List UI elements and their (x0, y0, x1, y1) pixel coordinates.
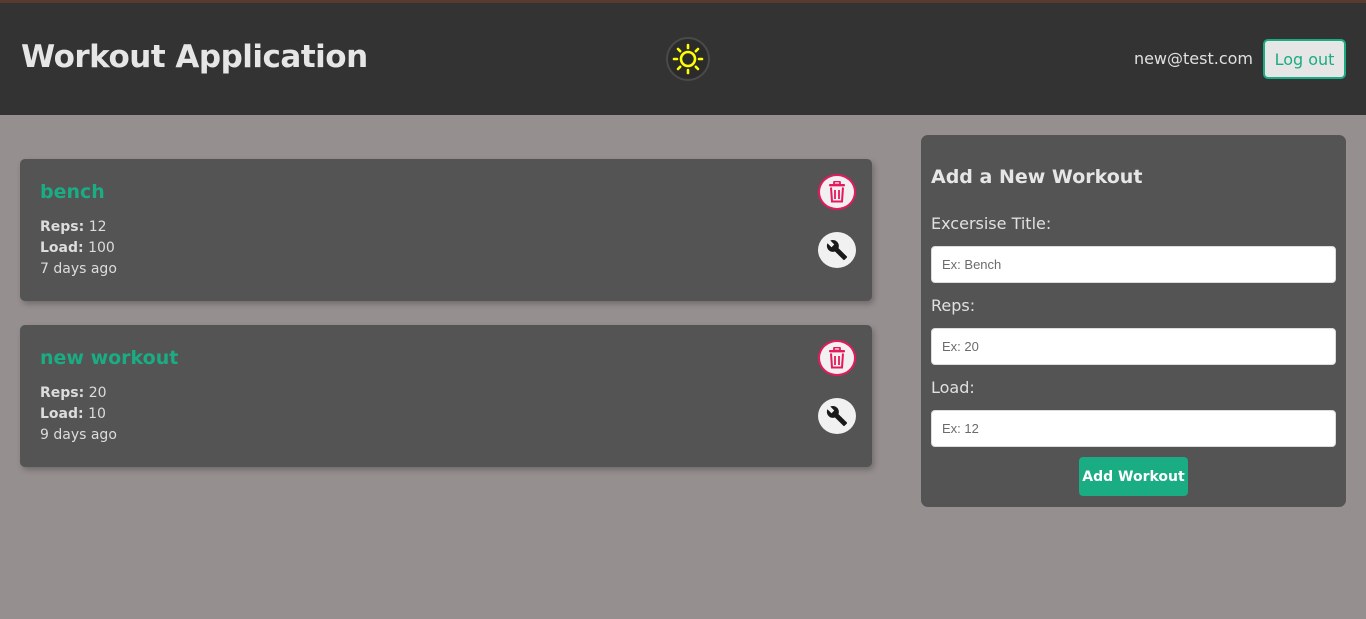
workout-title: new workout (40, 347, 179, 369)
delete-workout-button[interactable] (818, 174, 856, 210)
reps-label: Reps: (40, 219, 85, 235)
logout-button[interactable]: Log out (1263, 39, 1346, 79)
load-value: 10 (88, 406, 106, 422)
workout-timestamp: 7 days ago (40, 261, 117, 277)
load-value: 100 (88, 240, 115, 256)
wrench-icon (826, 240, 848, 261)
workout-reps: Reps: 20 (40, 385, 107, 401)
workout-timestamp: 9 days ago (40, 427, 117, 443)
load-label: Load: (40, 240, 84, 256)
workout-load: Load: 100 (40, 240, 115, 256)
add-workout-button[interactable]: Add Workout (1079, 457, 1188, 496)
workout-title: bench (40, 181, 105, 203)
reps-value: 20 (88, 385, 107, 401)
app-title[interactable]: Workout Application (21, 39, 368, 75)
trash-icon (829, 347, 845, 369)
form-heading: Add a New Workout (931, 166, 1143, 188)
reps-input[interactable] (931, 328, 1336, 365)
workout-card: bench Reps: 12 Load: 100 7 days ago (20, 159, 872, 301)
user-email: new@test.com (1133, 49, 1253, 68)
reps-label: Reps: (40, 385, 85, 401)
title-input[interactable] (931, 246, 1336, 283)
add-workout-form: Add a New Workout Excersise Title: Reps:… (921, 135, 1346, 507)
wrench-icon (826, 406, 848, 427)
workout-reps: Reps: 12 (40, 219, 107, 235)
load-label: Load: (40, 406, 84, 422)
workout-card: new workout Reps: 20 Load: 10 9 days ago (20, 325, 872, 467)
edit-workout-button[interactable] (818, 232, 856, 268)
load-input[interactable] (931, 410, 1336, 447)
title-label: Excersise Title: (931, 214, 1052, 233)
reps-value: 12 (88, 219, 107, 235)
trash-icon (829, 181, 845, 203)
theme-toggle-button[interactable] (666, 37, 710, 81)
reps-label: Reps: (931, 296, 976, 315)
navbar: Workout Application new@test.com Log out (0, 3, 1366, 115)
workout-load: Load: 10 (40, 406, 106, 422)
load-label: Load: (931, 378, 975, 397)
sun-icon (672, 43, 704, 75)
delete-workout-button[interactable] (818, 340, 856, 376)
edit-workout-button[interactable] (818, 398, 856, 434)
